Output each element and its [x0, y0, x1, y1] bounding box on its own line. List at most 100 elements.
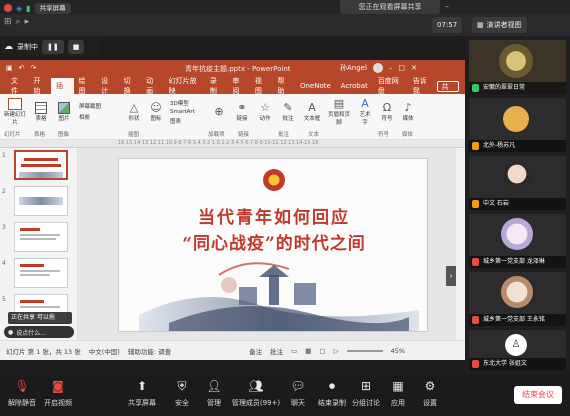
screenshot-group: 屏幕截图 相册 — [79, 102, 119, 121]
tab-1[interactable]: 开始 — [29, 76, 52, 96]
slide-thumb-2[interactable] — [14, 186, 68, 216]
media-label: 媒体 — [402, 116, 414, 122]
tab-4[interactable]: 设计 — [96, 76, 119, 96]
tab-10[interactable]: 视图 — [250, 76, 273, 96]
slideshow-icon[interactable]: ▷ — [334, 347, 339, 355]
zoom-slider[interactable] — [346, 349, 383, 352]
smartart-button[interactable]: SmartArt — [170, 109, 204, 115]
slide-thumb-3[interactable] — [14, 222, 68, 252]
end-meeting-button[interactable]: 结束会议 — [514, 386, 562, 404]
tab-0[interactable]: 文件 — [6, 76, 29, 96]
pause-recording-button[interactable]: ❚❚ — [42, 40, 64, 54]
participant-name: 安徽的翠翠日常 — [469, 82, 566, 94]
link-button[interactable]: ⚭ 链接 — [234, 101, 250, 122]
accessibility[interactable]: 辅助功能: 调查 — [128, 346, 171, 356]
zoom-level: 45% — [390, 346, 406, 355]
mic-icon — [472, 316, 479, 324]
group-links: 链接 — [238, 132, 250, 138]
record-dot-icon — [4, 4, 12, 12]
participant-tile-4[interactable]: 城乡第一党支部 龙泽琳 — [469, 214, 566, 268]
share-screen-button[interactable]: ⬆ 共享屏幕 — [120, 378, 164, 408]
share-button[interactable]: 共享 — [436, 80, 460, 102]
icons-button[interactable]: ☺ 图标 — [149, 101, 163, 122]
normal-view-icon[interactable]: ▭ — [291, 347, 297, 355]
symbol-button[interactable]: Ω 符号 — [380, 101, 394, 122]
ppt-user[interactable]: 孙Angel — [340, 63, 367, 73]
tab-14[interactable]: 百度网盘 — [373, 76, 408, 96]
slide-thumb-1[interactable] — [14, 150, 68, 180]
tab-7[interactable]: 幻灯片放映 — [164, 76, 205, 96]
action-button[interactable]: ☆ 动作 — [257, 101, 273, 122]
new-slide-button[interactable]: 新建幻灯片 — [4, 97, 26, 126]
view-mode-button[interactable]: ▦ 演讲者视图 — [472, 17, 527, 33]
tab-12[interactable]: OneNote — [295, 82, 336, 90]
view-selector[interactable]: 共享屏幕 — [34, 2, 71, 14]
table-button[interactable]: 表格 — [33, 101, 49, 122]
settings-button[interactable]: ⚙ 设置 — [408, 378, 452, 408]
notes-button[interactable]: 备注 — [249, 346, 262, 356]
album-button[interactable]: 相册 — [79, 113, 119, 121]
shapes-button[interactable]: △ 形状 — [126, 101, 142, 122]
comments-button[interactable]: 批注 — [270, 346, 283, 356]
user-avatar[interactable] — [372, 63, 383, 73]
sorter-view-icon[interactable]: ▦ — [305, 347, 311, 355]
mic-icon — [472, 200, 479, 208]
slide-canvas[interactable]: 当代青年如何回应 “同心战疫”的时代之间 — [118, 158, 428, 332]
minimize-icon[interactable]: – — [445, 2, 449, 11]
participant-tile-6[interactable]: ♙ 东北大学 张姐文 — [469, 330, 566, 370]
participant-name: 东北大学 张姐文 — [469, 358, 566, 370]
stop-recording-button[interactable]: ■ — [67, 40, 85, 54]
forward-icon[interactable]: ▸ — [25, 17, 30, 27]
tab-3[interactable]: 绘图 — [74, 76, 97, 96]
addins-button[interactable]: ⊕ — [211, 105, 227, 118]
window-maximize-icon[interactable]: □ — [398, 64, 405, 72]
tab-11[interactable]: 帮助 — [272, 76, 295, 96]
save-icon[interactable]: ▣ — [6, 64, 13, 72]
slide-thumbnails: 1 2 3 4 5 正在共享 可以拖 ● 说点什么... — [0, 148, 78, 340]
media-button[interactable]: ♪ 媒体 — [401, 101, 415, 122]
chat-input[interactable]: ● 说点什么... — [4, 326, 74, 338]
comment-button[interactable]: ✎ 批注 — [280, 101, 296, 122]
grid-icon[interactable]: ⊞ — [4, 17, 12, 27]
collapse-panel-icon[interactable]: › — [446, 266, 456, 286]
mic-icon — [472, 84, 479, 92]
tab-2[interactable]: 插入 — [51, 78, 74, 106]
start-video-button[interactable]: ◙ 开启视频 — [36, 378, 80, 408]
participant-tile-2[interactable]: 北外-杨苏凡 — [469, 98, 566, 152]
unmute-label: 解除静音 — [8, 399, 36, 407]
comment-icon: ✎ — [283, 101, 293, 114]
window-minimize-icon[interactable]: – — [389, 64, 393, 72]
redo-icon[interactable]: ↷ — [31, 64, 37, 72]
participant-tile-5[interactable]: 城乡第一党支部 王永铭 — [469, 272, 566, 326]
tab-6[interactable]: 动画 — [141, 76, 164, 96]
3d-models-button[interactable]: 3D模型 — [170, 99, 204, 107]
participant-tile-3[interactable]: 中文 石岩 — [469, 156, 566, 210]
slide-thumb-4[interactable] — [14, 258, 68, 288]
language[interactable]: 中文(中国) — [89, 346, 120, 356]
ribbon-tabs: 文件 开始 插入 绘图 设计 切换 动画 幻灯片放映 录制 审阅 视图 帮助 O… — [0, 76, 465, 106]
chart-button[interactable]: 图表 — [170, 117, 204, 125]
reading-view-icon[interactable]: ▢ — [319, 347, 325, 355]
header-footer-button[interactable]: ▤ 页眉和页脚 — [328, 97, 350, 126]
security-label: 安全 — [175, 399, 189, 407]
undo-icon[interactable]: ↶ — [19, 64, 25, 72]
tab-8[interactable]: 录制 — [205, 76, 228, 96]
status-icons: ◈ ▮ 共享屏幕 — [4, 2, 71, 14]
window-close-icon[interactable]: ✕ — [411, 64, 417, 72]
chat-bubble-icon: ● — [8, 328, 14, 336]
action-icon: ☆ — [260, 101, 270, 114]
ruler: 16·15·14·13·12·11·10·9·8·7·6·5·4·3·2·1·0… — [0, 140, 465, 148]
sharing-popup[interactable]: 正在共享 可以拖 — [8, 312, 72, 324]
tab-13[interactable]: Acrobat — [336, 82, 373, 90]
tab-15[interactable]: 告诉我 — [408, 76, 437, 96]
search-icon[interactable]: ⌕ — [16, 17, 21, 27]
slide-number: 5 — [2, 296, 6, 303]
tab-9[interactable]: 审阅 — [227, 76, 250, 96]
time-display: 07:57 — [432, 17, 463, 33]
wordart-button[interactable]: A 艺术字 — [357, 97, 373, 126]
participant-tile-1[interactable]: 安徽的翠翠日常 — [469, 40, 566, 94]
tab-5[interactable]: 切换 — [119, 76, 142, 96]
textbox-button[interactable]: A 文本框 — [303, 101, 321, 122]
screenshot-button[interactable]: 屏幕截图 — [79, 102, 119, 110]
picture-button[interactable]: 图片 — [56, 101, 72, 122]
